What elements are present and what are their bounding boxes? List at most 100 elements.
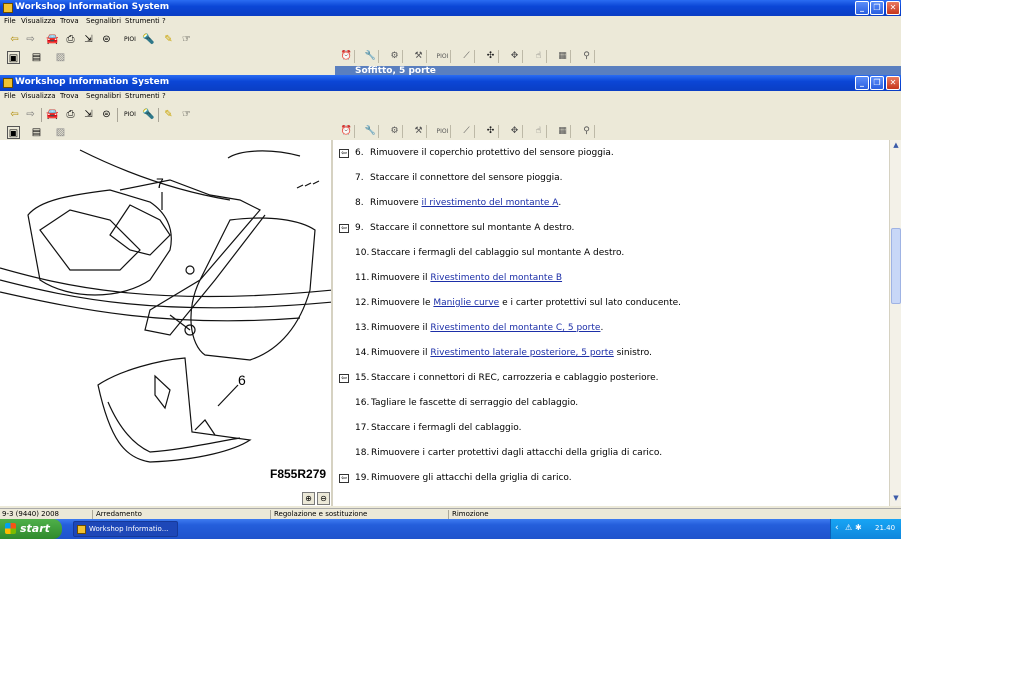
scroll-up-arrow[interactable]: ▲	[891, 141, 901, 151]
hand-icon[interactable]: ☝	[531, 50, 547, 63]
scroll-thumb[interactable]	[891, 228, 901, 304]
zoom-out-button[interactable]: ⊖	[317, 492, 330, 505]
list-icon[interactable]: ▤	[30, 126, 43, 139]
minimize-button[interactable]: _	[855, 1, 869, 15]
step-link[interactable]: Maniglie curve	[433, 298, 499, 308]
restore-button[interactable]: ❐	[870, 76, 884, 90]
export-icon[interactable]: ⇲	[82, 108, 95, 121]
list-icon[interactable]: ▤	[30, 51, 43, 64]
right-pioi-button[interactable]: PIOI	[435, 125, 451, 138]
step-link[interactable]: Rivestimento del montante C, 5 porte	[430, 323, 600, 333]
step-text-after: e i carter protettivi sul lato conducent…	[499, 298, 682, 308]
step-link[interactable]: il rivestimento del montante A	[422, 198, 559, 208]
pioi-button[interactable]: PIOI	[122, 108, 138, 121]
start-button[interactable]: start	[0, 519, 62, 539]
menu-help[interactable]: ?	[162, 92, 166, 100]
pointer-icon[interactable]: ☞	[180, 108, 193, 121]
menu-strumenti[interactable]: Strumenti	[125, 17, 160, 25]
background-titlebar[interactable]: Workshop Information System _ ❐ ✕	[0, 0, 901, 16]
network-icon[interactable]: ✣	[483, 125, 499, 138]
vertical-scrollbar[interactable]: ▲ ▼	[889, 140, 901, 506]
clock-icon[interactable]: ⏰	[339, 50, 355, 63]
step-action-icon[interactable]: ⇦	[339, 474, 349, 483]
step-link[interactable]: Rivestimento del montante B	[430, 273, 562, 283]
menu-visualizza[interactable]: Visualizza	[21, 17, 55, 25]
image-icon[interactable]: ▨	[54, 51, 67, 64]
print-icon[interactable]: ⎙	[64, 33, 77, 46]
panel-icon[interactable]: ▣	[7, 51, 20, 64]
menu-segnalibri[interactable]: Segnalibri	[86, 92, 121, 100]
highlighter-icon[interactable]: ✎	[162, 33, 175, 46]
right-pioi-button[interactable]: PIOI	[435, 50, 451, 63]
step-action-icon[interactable]: ⇦	[339, 149, 349, 158]
main-titlebar[interactable]: Workshop Information System _ ❐ ✕	[0, 75, 901, 91]
pioi-button[interactable]: PIOI	[122, 33, 138, 46]
tools-icon[interactable]: ⚒	[411, 50, 427, 63]
back-arrow-icon[interactable]: ⇦	[8, 108, 21, 121]
flashlight-icon[interactable]: 🔦	[142, 33, 155, 46]
forward-arrow-icon[interactable]: ⇨	[24, 33, 37, 46]
menu-strumenti[interactable]: Strumenti	[125, 92, 160, 100]
print-icon[interactable]: ⎙	[64, 108, 77, 121]
step-text-after: sinistro.	[613, 348, 652, 358]
step-action-icon[interactable]: ⇦	[339, 224, 349, 233]
status-bar: 9-3 (9440) 2008 Arredamento Regolazione …	[0, 508, 901, 521]
tray-network-icon[interactable]: ⚠	[845, 523, 852, 532]
close-button[interactable]: ✕	[886, 76, 900, 90]
wrench-icon[interactable]: 🔧	[363, 125, 379, 138]
menu-visualizza[interactable]: Visualizza	[21, 92, 55, 100]
menu-trova[interactable]: Trova	[60, 17, 79, 25]
menu-file[interactable]: File	[4, 17, 16, 25]
gears-icon[interactable]: ⚙	[387, 50, 403, 63]
export-icon[interactable]: ⇲	[82, 33, 95, 46]
clock-icon[interactable]: ⏰	[339, 125, 355, 138]
move-icon[interactable]: ✥	[507, 125, 523, 138]
menu-segnalibri[interactable]: Segnalibri	[86, 17, 121, 25]
wrench-icon[interactable]: 🔧	[363, 50, 379, 63]
menu-file[interactable]: File	[4, 92, 16, 100]
pointer-icon[interactable]: ☞	[180, 33, 193, 46]
scroll-down-arrow[interactable]: ▼	[891, 494, 901, 504]
step-action-icon[interactable]: ⇦	[339, 374, 349, 383]
taskbar-item-wis[interactable]: Workshop Informatio...	[73, 521, 178, 537]
gears-icon[interactable]: ⚙	[387, 125, 403, 138]
car-icon[interactable]: 🚘	[46, 33, 59, 46]
menu-trova[interactable]: Trova	[60, 92, 79, 100]
image-icon[interactable]: ▨	[54, 126, 67, 139]
minimize-button[interactable]: _	[855, 76, 869, 90]
hand-icon[interactable]: ☝	[531, 125, 547, 138]
tools-icon[interactable]: ⚒	[411, 125, 427, 138]
taskbar-item-label: Workshop Informatio...	[89, 525, 169, 533]
diagram-pane[interactable]: 7 6 F855R279 ⊕ ⊖	[0, 140, 333, 506]
restore-button[interactable]: ❐	[870, 1, 884, 15]
step-number: 18.	[355, 448, 370, 458]
car-icon[interactable]: 🚘	[46, 108, 59, 121]
panel-icon[interactable]: ▣	[7, 126, 20, 139]
tool-icon[interactable]: ⚲	[579, 125, 595, 138]
step-item: 9. Staccare il connettore sul montante A …	[355, 223, 574, 233]
probe-icon[interactable]: ⟋	[459, 125, 475, 138]
step-item: 6. Rimuovere il coperchio protettivo del …	[355, 148, 614, 158]
binoculars-icon[interactable]: ⊜	[100, 108, 113, 121]
flashlight-icon[interactable]: 🔦	[142, 108, 155, 121]
background-menubar: File Visualizza Trova Segnalibri Strumen…	[0, 16, 901, 28]
back-arrow-icon[interactable]: ⇦	[8, 33, 21, 46]
chart-icon[interactable]: ▦	[555, 125, 571, 138]
tray-arrow-icon[interactable]: ‹	[835, 523, 839, 533]
close-button[interactable]: ✕	[886, 1, 900, 15]
status-section: Arredamento	[96, 510, 142, 518]
binoculars-icon[interactable]: ⊜	[100, 33, 113, 46]
step-link[interactable]: Rivestimento laterale posteriore, 5 port…	[430, 348, 613, 358]
step-text: Rimuovere il	[371, 273, 431, 283]
forward-arrow-icon[interactable]: ⇨	[24, 108, 37, 121]
probe-icon[interactable]: ⟋	[459, 50, 475, 63]
step-text: Staccare i fermagli del cablaggio sul mo…	[371, 248, 625, 258]
zoom-in-button[interactable]: ⊕	[302, 492, 315, 505]
chart-icon[interactable]: ▦	[555, 50, 571, 63]
network-icon[interactable]: ✣	[483, 50, 499, 63]
menu-help[interactable]: ?	[162, 17, 166, 25]
tray-security-icon[interactable]: ✱	[855, 523, 862, 532]
highlighter-icon[interactable]: ✎	[162, 108, 175, 121]
tool-icon[interactable]: ⚲	[579, 50, 595, 63]
move-icon[interactable]: ✥	[507, 50, 523, 63]
